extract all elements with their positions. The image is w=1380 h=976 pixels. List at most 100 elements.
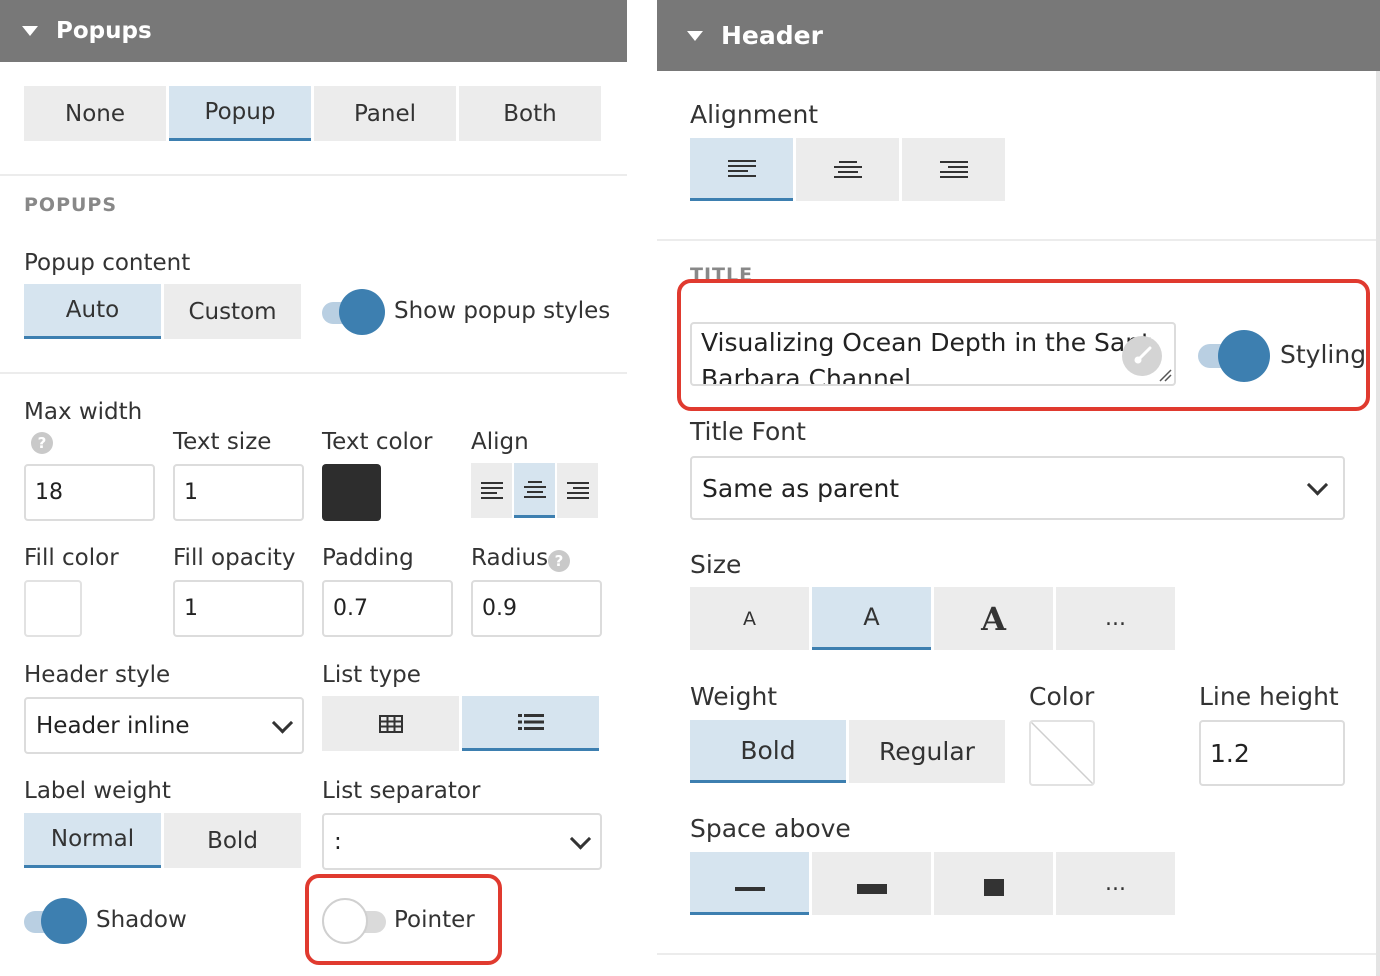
chevron-down-icon <box>569 827 592 850</box>
weight-bold-button[interactable]: Bold <box>164 813 301 868</box>
title-textarea[interactable]: Visualizing Ocean Depth in the Sant Barb… <box>690 322 1176 386</box>
space-small-icon <box>734 887 765 891</box>
popup-mode-segmented: None Popup Panel Both <box>24 86 601 141</box>
pointer-toggle[interactable] <box>322 898 392 946</box>
title-font-value: Same as parent <box>702 473 900 503</box>
popup-content-label: Popup content <box>24 250 191 276</box>
label-weight-segmented: Normal Bold <box>24 813 301 868</box>
show-popup-styles-toggle[interactable] <box>322 289 402 337</box>
pointer-label: Pointer <box>394 907 475 933</box>
header-alignment-segmented <box>690 138 1005 201</box>
header-style-label: Header style <box>24 662 171 688</box>
max-width-label: Max width <box>24 399 143 425</box>
list-icon <box>517 714 544 730</box>
weight-normal-button[interactable]: Normal <box>24 813 161 868</box>
space-above-segmented: ... <box>690 852 1175 915</box>
content-auto-button[interactable]: Auto <box>24 284 161 339</box>
show-popup-styles-label: Show popup styles <box>394 298 611 324</box>
mode-popup-button[interactable]: Popup <box>169 86 311 141</box>
padding-label: Padding <box>322 545 414 571</box>
mode-both-button[interactable]: Both <box>459 86 601 141</box>
max-width-input[interactable]: 18 <box>24 464 155 521</box>
align-right-icon <box>566 482 589 499</box>
header-align-left-button[interactable] <box>690 138 793 201</box>
space-more-button[interactable]: ... <box>1056 852 1175 915</box>
space-medium-button[interactable] <box>812 852 931 915</box>
alignment-label: Alignment <box>690 100 819 129</box>
align-center-button[interactable] <box>514 463 555 518</box>
list-type-segmented <box>322 696 599 751</box>
mode-panel-button[interactable]: Panel <box>314 86 456 141</box>
styling-label: Styling <box>1280 340 1367 369</box>
size-segmented: A A A ... <box>690 587 1175 650</box>
size-large-button[interactable]: A <box>934 587 1053 650</box>
title-line-1: Visualizing Ocean Depth in the Sant <box>701 328 1151 357</box>
padding-input[interactable]: 0.7 <box>322 580 453 637</box>
list-separator-value: : <box>334 828 342 855</box>
divider <box>0 174 627 176</box>
styling-toggle[interactable] <box>1198 330 1273 382</box>
fill-color-swatch[interactable] <box>24 580 82 637</box>
title-weight-bold-button[interactable]: Bold <box>690 720 846 783</box>
align-left-icon <box>727 159 756 177</box>
header-align-right-button[interactable] <box>902 138 1005 201</box>
text-size-label: Text size <box>173 429 272 455</box>
space-small-button[interactable] <box>690 852 809 915</box>
list-type-label: List type <box>322 662 421 688</box>
divider <box>657 239 1380 241</box>
size-label: Size <box>690 550 742 579</box>
title-font-select[interactable]: Same as parent <box>690 456 1345 520</box>
section-heading-popups: POPUPS <box>24 194 118 216</box>
align-left-button[interactable] <box>471 463 512 518</box>
header-align-center-button[interactable] <box>796 138 899 201</box>
popup-content-segmented: Auto Custom <box>24 284 301 339</box>
space-large-icon <box>983 879 1004 896</box>
align-right-button[interactable] <box>557 463 598 518</box>
divider <box>657 953 1380 955</box>
size-more-button[interactable]: ... <box>1056 587 1175 650</box>
caret-down-icon <box>687 30 703 41</box>
scrollbar-track[interactable] <box>1376 71 1380 976</box>
title-line-2: Barbara Channel <box>701 364 912 386</box>
line-height-input[interactable]: 1.2 <box>1199 720 1345 786</box>
list-type-table-button[interactable] <box>322 696 459 751</box>
popups-panel-header[interactable]: Popups <box>0 0 627 62</box>
toggle-knob <box>1218 330 1270 382</box>
shadow-toggle[interactable] <box>24 898 94 946</box>
align-label: Align <box>471 429 529 455</box>
list-type-list-button[interactable] <box>462 696 599 751</box>
fill-opacity-input[interactable]: 1 <box>173 580 304 637</box>
help-icon[interactable]: ? <box>548 550 570 572</box>
space-medium-icon <box>856 883 887 894</box>
radius-label: Radius <box>471 545 549 571</box>
space-large-button[interactable] <box>934 852 1053 915</box>
size-small-button[interactable]: A <box>690 587 809 650</box>
text-color-swatch[interactable] <box>322 464 381 521</box>
header-style-value: Header inline <box>36 712 190 739</box>
header-panel: Header Alignment TITLE Visualizing Ocean… <box>657 0 1380 976</box>
header-panel-header[interactable]: Header <box>657 0 1380 71</box>
fill-color-label: Fill color <box>24 545 119 571</box>
text-size-input[interactable]: 1 <box>173 464 304 521</box>
content-custom-button[interactable]: Custom <box>164 284 301 339</box>
title-color-swatch[interactable] <box>1029 720 1095 786</box>
list-separator-select[interactable]: : <box>322 813 602 870</box>
resize-handle-icon[interactable] <box>1158 368 1172 382</box>
paintbrush-icon[interactable] <box>1122 336 1162 376</box>
toggle-knob <box>41 898 87 944</box>
label-weight-label: Label weight <box>24 778 171 804</box>
size-medium-button[interactable]: A <box>812 587 931 650</box>
toggle-knob <box>322 898 368 944</box>
no-color-icon <box>1031 722 1093 784</box>
list-separator-label: List separator <box>322 778 481 804</box>
header-style-select[interactable]: Header inline <box>24 697 304 754</box>
help-icon[interactable]: ? <box>31 432 53 454</box>
toggle-knob <box>339 289 385 335</box>
divider <box>0 372 627 374</box>
chevron-down-icon <box>271 711 294 734</box>
line-height-label: Line height <box>1199 682 1339 711</box>
text-color-label: Text color <box>322 429 433 455</box>
mode-none-button[interactable]: None <box>24 86 166 141</box>
title-weight-regular-button[interactable]: Regular <box>849 720 1005 783</box>
radius-input[interactable]: 0.9 <box>471 580 602 637</box>
